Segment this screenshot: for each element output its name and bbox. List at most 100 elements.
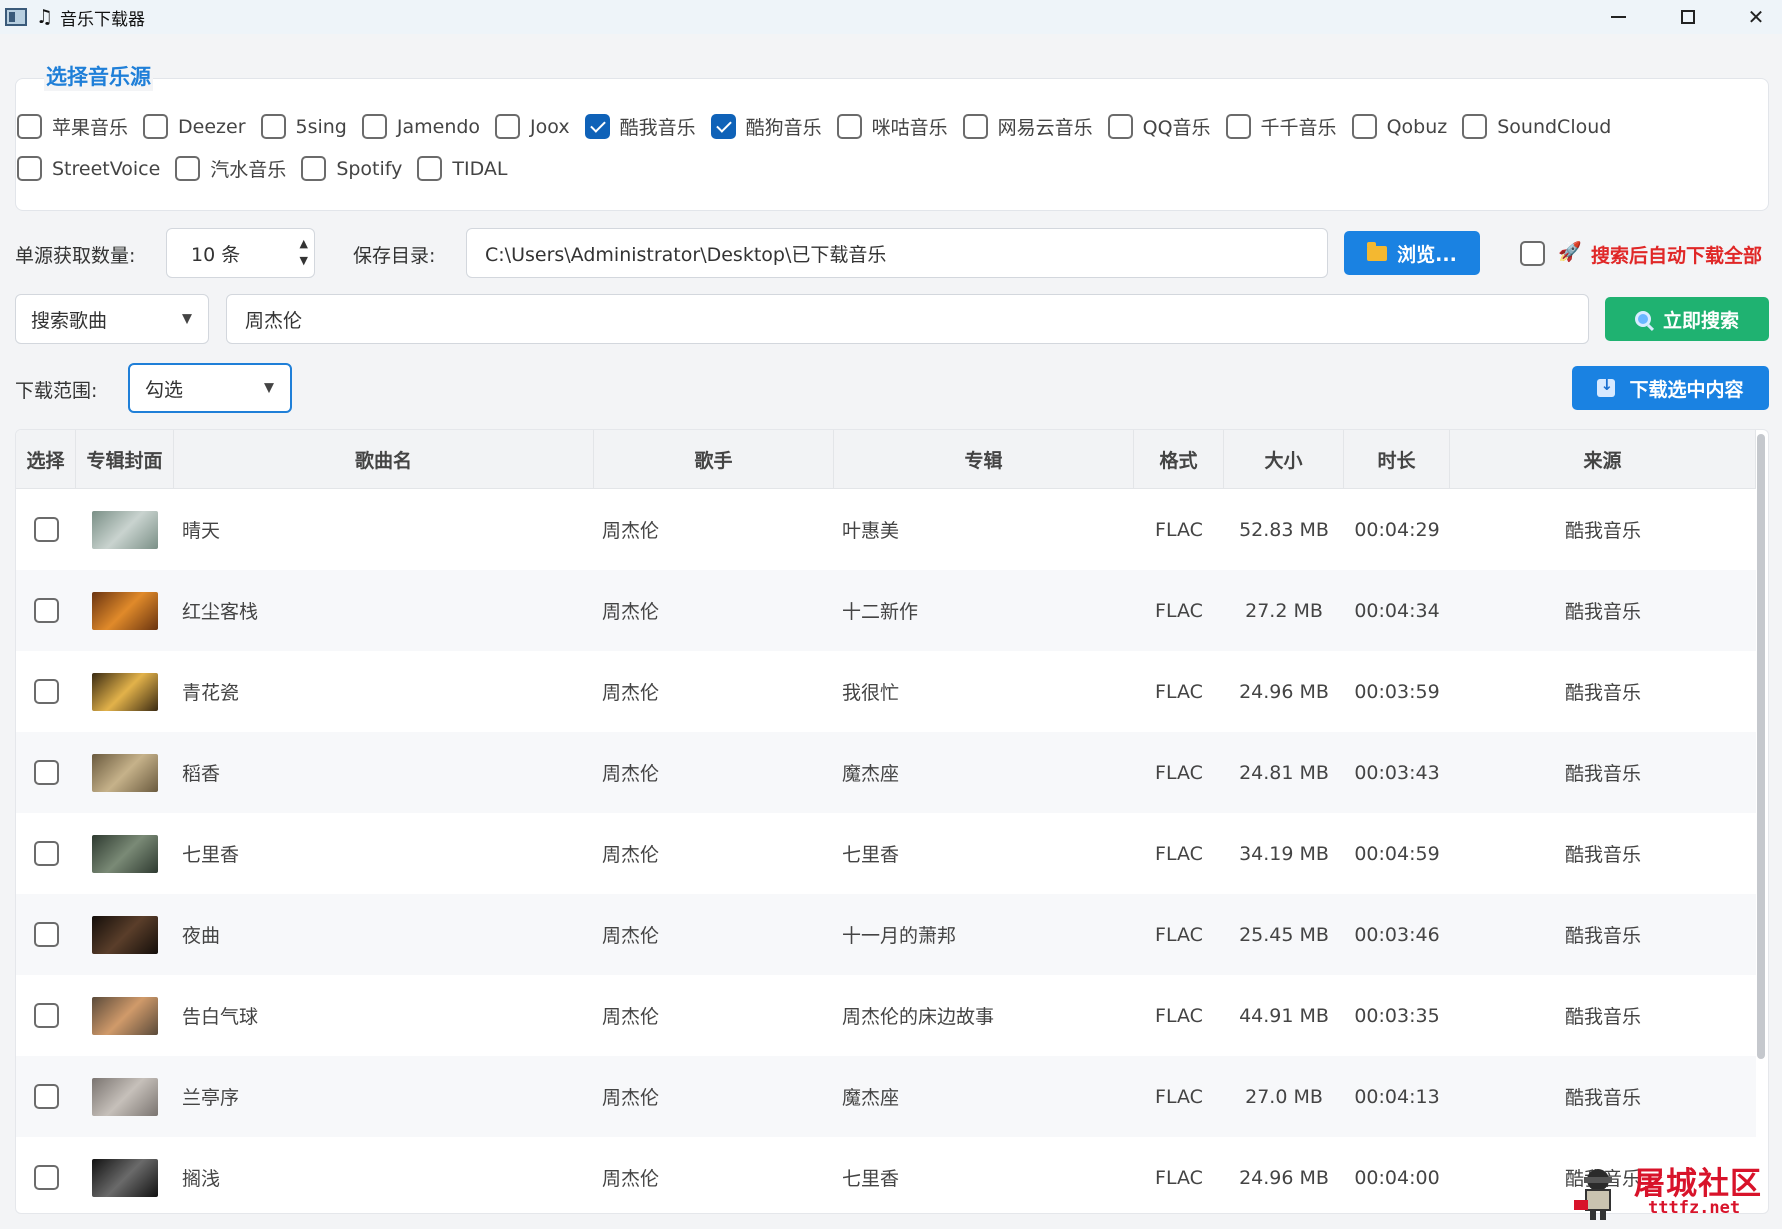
source-checkbox[interactable] [17, 156, 42, 181]
download-selected-button[interactable]: 下载选中内容 [1572, 366, 1769, 410]
source-label: Deezer [178, 115, 246, 138]
cell-select [16, 489, 76, 570]
source-checkbox[interactable] [710, 114, 736, 139]
cell-source: 酷我音乐 [1564, 925, 1641, 947]
source-option[interactable]: QQ音乐 [1107, 113, 1211, 140]
source-checkbox[interactable] [17, 114, 42, 139]
source-checkbox[interactable] [584, 114, 610, 139]
source-option[interactable]: 汽水音乐 [175, 155, 286, 182]
spin-down-icon[interactable]: ▼ [300, 252, 308, 269]
row-checkbox[interactable] [33, 1003, 59, 1028]
minimize-button[interactable] [1588, 0, 1648, 34]
header-duration[interactable]: 时长 [1344, 430, 1450, 489]
source-option[interactable]: Qobuz [1351, 114, 1447, 139]
source-label: Spotify [336, 157, 403, 180]
source-option[interactable]: 千千音乐 [1225, 113, 1337, 140]
source-checkbox[interactable] [1107, 114, 1133, 139]
source-checkbox[interactable] [260, 114, 286, 139]
source-checkbox[interactable] [495, 114, 521, 139]
header-cover[interactable]: 专辑封面 [76, 430, 174, 489]
header-title[interactable]: 歌曲名 [174, 430, 594, 489]
maximize-button[interactable] [1658, 0, 1718, 34]
row-checkbox[interactable] [33, 1084, 59, 1109]
album-cover-image [92, 1158, 158, 1197]
row-checkbox[interactable] [33, 841, 59, 866]
source-checkbox[interactable] [1225, 114, 1251, 139]
table-row[interactable]: 红尘客栈 周杰伦 十二新作 FLAC 27.2 MB 00:04:34 酷我音乐 [16, 570, 1756, 651]
cell-duration: 00:04:34 [1354, 599, 1440, 622]
source-option[interactable]: 网易云音乐 [962, 113, 1093, 140]
search-type-select[interactable]: 搜索歌曲 ▼ [15, 294, 209, 344]
table-row[interactable]: 稻香 周杰伦 魔杰座 FLAC 24.81 MB 00:03:43 酷我音乐 [16, 732, 1756, 813]
table-row[interactable]: 晴天 周杰伦 叶惠美 FLAC 52.83 MB 00:04:29 酷我音乐 [16, 489, 1756, 570]
range-value: 勾选 [145, 378, 184, 401]
source-option[interactable]: StreetVoice [17, 156, 160, 181]
browse-button[interactable]: 浏览... [1344, 231, 1480, 275]
table-row[interactable]: 七里香 周杰伦 七里香 FLAC 34.19 MB 00:04:59 酷我音乐 [16, 813, 1756, 894]
folder-icon [1367, 241, 1388, 261]
table-row[interactable]: 告白气球 周杰伦 周杰伦的床边故事 FLAC 44.91 MB 00:03:35 酷我音乐 [16, 975, 1756, 1056]
source-option[interactable]: SoundCloud [1462, 114, 1611, 139]
row-checkbox[interactable] [33, 922, 59, 947]
cell-duration: 00:04:13 [1354, 1085, 1440, 1108]
cell-size: 44.91 MB [1239, 1004, 1329, 1027]
header-size[interactable]: 大小 [1224, 430, 1344, 489]
source-checkbox[interactable] [301, 156, 327, 181]
table-row[interactable]: 兰亭序 周杰伦 魔杰座 FLAC 27.0 MB 00:04:13 酷我音乐 [16, 1056, 1756, 1137]
header-select[interactable]: 选择 [16, 430, 76, 489]
search-button[interactable]: 立即搜索 [1605, 297, 1769, 341]
header-source[interactable]: 来源 [1450, 430, 1756, 489]
save-dir-input[interactable]: C:\Users\Administrator\Desktop\已下载音乐 [466, 228, 1328, 278]
cell-artist: 周杰伦 [602, 1006, 660, 1028]
source-option[interactable]: 酷我音乐 [584, 113, 696, 140]
download-icon [1597, 376, 1616, 397]
cell-album: 周杰伦的床边故事 [842, 1006, 995, 1028]
cell-album: 十二新作 [842, 601, 919, 623]
range-select[interactable]: 勾选 ▼ [128, 363, 292, 413]
source-option[interactable]: 苹果音乐 [17, 113, 128, 140]
table-row[interactable]: 青花瓷 周杰伦 我很忙 FLAC 24.96 MB 00:03:59 酷我音乐 [16, 651, 1756, 732]
save-dir-value: C:\Users\Administrator\Desktop\已下载音乐 [485, 243, 887, 266]
source-option[interactable]: Spotify [301, 156, 402, 181]
source-label: 5sing [295, 115, 347, 138]
source-option[interactable]: TIDAL [417, 156, 507, 181]
vertical-scrollbar[interactable] [1757, 434, 1765, 1059]
row-checkbox[interactable] [33, 1165, 59, 1190]
source-checkbox[interactable] [962, 114, 988, 139]
source-checkbox[interactable] [417, 156, 443, 181]
chevron-down-icon: ▼ [264, 380, 274, 396]
row-checkbox[interactable] [33, 598, 59, 623]
source-checkbox[interactable] [361, 114, 387, 139]
source-option[interactable]: 5sing [260, 114, 347, 139]
header-album[interactable]: 专辑 [834, 430, 1134, 489]
source-label: 千千音乐 [1260, 117, 1337, 139]
header-format[interactable]: 格式 [1134, 430, 1224, 489]
count-spinbox[interactable]: 10 条 ▲ ▼ [166, 228, 315, 278]
source-checkbox[interactable] [1351, 114, 1377, 139]
source-option[interactable]: Deezer [143, 114, 246, 139]
source-option[interactable]: 酷狗音乐 [710, 113, 822, 140]
row-checkbox[interactable] [33, 517, 59, 542]
auto-download-checkbox[interactable] [1520, 241, 1545, 266]
spin-up-icon[interactable]: ▲ [300, 235, 308, 252]
row-checkbox[interactable] [33, 760, 59, 785]
source-checkbox[interactable] [836, 114, 862, 139]
rocket-icon: 🚀 [1558, 241, 1582, 263]
source-option[interactable]: Jamendo [361, 114, 480, 139]
source-option[interactable]: Joox [495, 114, 570, 139]
source-label: 苹果音乐 [52, 117, 129, 139]
table-row[interactable]: 搁浅周杰伦七里香FLAC24.96 MB00:04:00酷我音乐 [16, 1137, 1756, 1213]
cell-format: FLAC [1155, 599, 1203, 622]
table-row[interactable]: 夜曲 周杰伦 十一月的萧邦 FLAC 25.45 MB 00:03:46 酷我音乐 [16, 894, 1756, 975]
row-checkbox[interactable] [33, 679, 59, 704]
source-checkbox[interactable] [175, 156, 201, 181]
search-input[interactable]: 周杰伦 [226, 294, 1589, 344]
source-checkbox[interactable] [143, 114, 169, 139]
header-artist[interactable]: 歌手 [594, 430, 834, 489]
cell-title: 告白气球 [182, 1006, 259, 1028]
cell-artist: 周杰伦 [602, 601, 660, 623]
close-button[interactable]: ✕ [1726, 0, 1782, 34]
chevron-down-icon: ▼ [182, 311, 192, 327]
source-option[interactable]: 咪咕音乐 [836, 113, 948, 140]
source-checkbox[interactable] [1462, 114, 1488, 139]
